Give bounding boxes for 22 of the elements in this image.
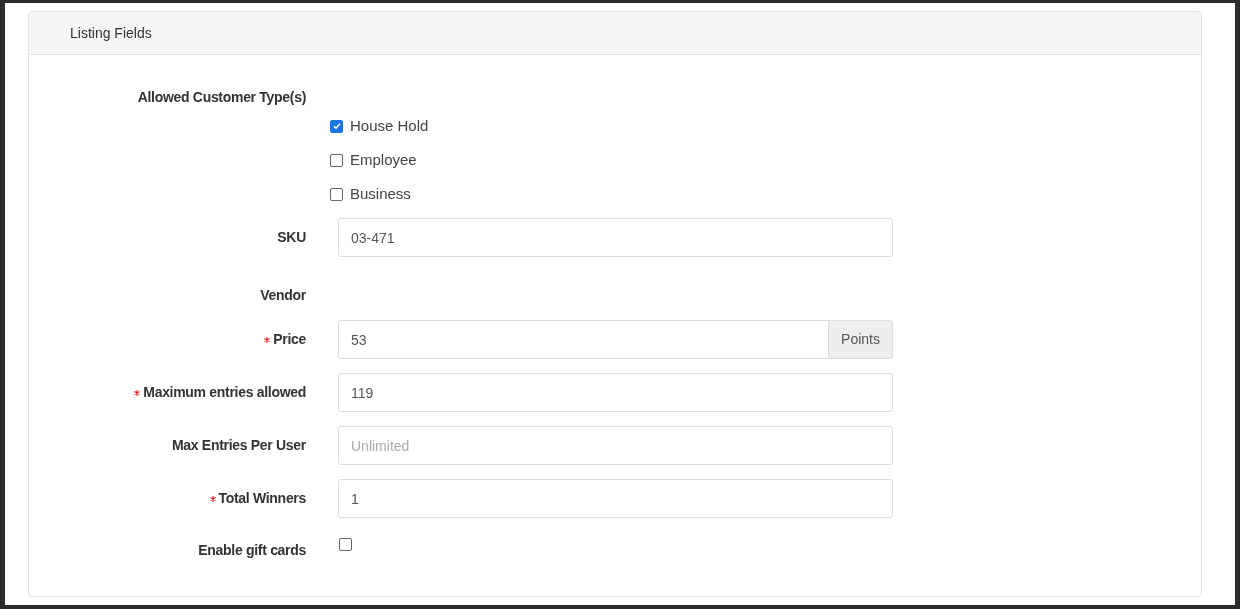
text-field[interactable]: 53 — [338, 320, 830, 359]
text-field[interactable]: 119 — [338, 373, 893, 412]
checkbox-option[interactable]: Business — [330, 184, 1201, 204]
field-label: Enable gift cards — [198, 541, 306, 560]
field-label: Max Entries Per User — [171, 436, 306, 455]
panel-title: Listing Fields — [70, 23, 152, 43]
field-label: Price — [273, 330, 306, 349]
checkbox[interactable] — [330, 119, 343, 133]
field-label: Total Winners — [218, 489, 306, 508]
checkbox[interactable] — [330, 187, 343, 201]
text-field[interactable]: Unlimited — [338, 426, 893, 465]
field-label: SKU — [277, 228, 306, 247]
field-label: Maximum entries allowed — [143, 383, 306, 402]
checkbox-option[interactable]: Employee — [330, 150, 1201, 170]
text-field[interactable]: 03-471 — [338, 218, 893, 257]
input-addon: Points — [829, 320, 893, 359]
field-label: Vendor — [260, 286, 306, 305]
checkbox[interactable] — [339, 537, 352, 551]
text-field[interactable]: 1 — [338, 479, 893, 518]
field-label: Allowed Customer Type(s) — [137, 88, 306, 107]
checkbox[interactable] — [330, 153, 343, 167]
checkbox-option[interactable]: House Hold — [330, 116, 1201, 136]
